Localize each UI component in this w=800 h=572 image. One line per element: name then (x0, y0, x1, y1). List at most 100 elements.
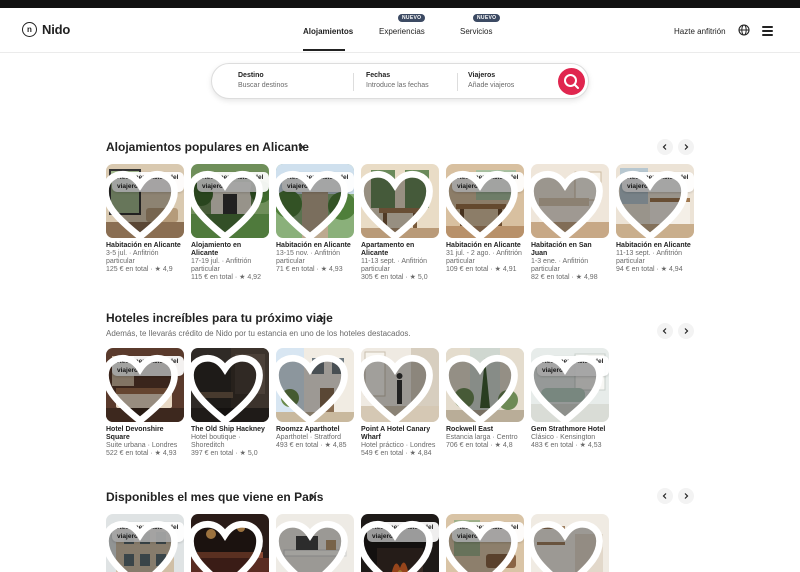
listing-card[interactable]: Habitación en San Juan 1-3 ene. · Anfitri… (531, 164, 609, 282)
listing-card[interactable]: Recomendación del viajero (446, 514, 524, 572)
listing-title: Habitación en Alicante (106, 242, 181, 249)
destination-input[interactable]: Buscar destinos (238, 82, 288, 89)
heart-icon[interactable] (361, 519, 434, 572)
listing-photo[interactable] (531, 164, 609, 238)
listing-photo[interactable] (361, 164, 439, 238)
listing-card[interactable]: Recomendación del viajero Gem Strathmore … (531, 348, 609, 450)
heart-icon[interactable] (191, 353, 264, 422)
listing-card[interactable]: Roomzz Aparthotel Aparthotel · Stratford 4… (276, 348, 354, 450)
listing-card[interactable] (276, 514, 354, 572)
listing-photo[interactable]: Recomendación del viajero (106, 348, 184, 422)
listing-photo[interactable]: Recomendación del viajero (191, 164, 269, 238)
top-strip (0, 0, 800, 8)
carousel-next-button[interactable] (678, 139, 694, 155)
listing-price-rating: 483 € en total · ★ 4,53 (531, 442, 602, 449)
heart-icon[interactable] (446, 519, 519, 572)
guests-field[interactable]: Viajeros Añade viajeros (468, 72, 514, 89)
listing-title: Apartamento en Alicante (361, 242, 415, 257)
listing-card[interactable] (531, 514, 609, 572)
listing-card[interactable] (191, 514, 269, 572)
listing-photo[interactable] (276, 514, 354, 572)
listing-photo[interactable]: Recomendación del viajero (446, 514, 524, 572)
listing-title: Habitación en Alicante (616, 242, 691, 249)
listing-card[interactable]: Recomendación del viajero (361, 514, 439, 572)
listing-photo[interactable] (191, 514, 269, 572)
listing-host: particular (531, 266, 560, 273)
listing-card[interactable]: Apartamento en Alicante 11-13 sept. · Anf… (361, 164, 439, 282)
heart-icon[interactable] (446, 353, 519, 422)
heart-icon[interactable] (276, 353, 349, 422)
chevron-right-icon[interactable] (297, 143, 305, 151)
host-link[interactable]: Hazte anfitrión (674, 27, 726, 36)
logo[interactable]: n Nido (22, 22, 70, 37)
destination-field[interactable]: Destino Buscar destinos (238, 72, 288, 89)
listing-photo[interactable]: Recomendación del viajero (616, 164, 694, 238)
listing-card[interactable]: Recomendación del viajero Alojamiento en … (191, 164, 269, 282)
carousel-next-button[interactable] (678, 323, 694, 339)
listing-photo[interactable]: Recomendación del viajero (446, 164, 524, 238)
listing-price-rating: 125 € en total · ★ 4,9 (106, 266, 173, 273)
listing-photo[interactable]: Recomendación del viajero (106, 514, 184, 572)
heart-icon[interactable] (616, 169, 689, 238)
listing-photo[interactable]: Recomendación del viajero (531, 348, 609, 422)
listing-card[interactable]: Recomendación del viajero Habitación en A… (446, 164, 524, 274)
carousel-prev-button[interactable] (657, 323, 673, 339)
listing-dates: Hotel boutique · (191, 434, 241, 441)
heart-icon[interactable] (531, 519, 604, 572)
listing-card[interactable]: Recomendación del viajero Hotel Devonshir… (106, 348, 184, 458)
listing-card[interactable]: Recomendación del viajero (106, 514, 184, 572)
heart-icon[interactable] (106, 519, 179, 572)
search-button[interactable] (558, 68, 585, 95)
section-title-paris[interactable]: Disponibles el mes que viene en París (106, 490, 323, 504)
listing-photo[interactable]: Recomendación del viajero (276, 164, 354, 238)
dates-field[interactable]: Fechas Introduce las fechas (366, 72, 429, 89)
listing-photo[interactable] (361, 348, 439, 422)
section-title-alicante[interactable]: Alojamientos populares en Alicante (106, 140, 309, 154)
listing-card[interactable]: The Old Ship Hackney Hotel boutique · Shor… (191, 348, 269, 458)
listing-dates: Hotel práctico · Londres (361, 442, 436, 449)
new-badge-experiencias: NUEVO (398, 14, 426, 22)
heart-icon[interactable] (106, 169, 179, 238)
listing-card[interactable]: Recomendación del viajero Habitación en A… (616, 164, 694, 274)
listing-photo[interactable]: Recomendación del viajero (361, 514, 439, 572)
listing-card[interactable]: Rockwell East Estancia larga · Centro 706 … (446, 348, 524, 450)
guests-label: Viajeros (468, 72, 496, 79)
carousel-prev-button[interactable] (657, 139, 673, 155)
listing-photo[interactable] (276, 348, 354, 422)
listing-dates: Estancia larga · Centro (446, 434, 518, 441)
heart-icon[interactable] (106, 353, 179, 422)
menu-icon[interactable] (762, 26, 773, 36)
chevron-right-icon[interactable] (308, 493, 316, 501)
listing-photo[interactable] (531, 514, 609, 572)
listing-card[interactable]: Recomendación del viajero Habitación en A… (106, 164, 184, 274)
heart-icon[interactable] (361, 353, 434, 422)
heart-icon[interactable] (191, 519, 264, 572)
listing-price-rating: 706 € en total · ★ 4,8 (446, 442, 513, 449)
listing-dates: 13-15 nov. · Anfitrión (276, 250, 341, 257)
heart-icon[interactable] (531, 353, 604, 422)
listing-photo[interactable] (191, 348, 269, 422)
listing-price-rating: 109 € en total · ★ 4,91 (446, 266, 517, 273)
tab-alojamientos[interactable]: Alojamientos (303, 27, 353, 36)
carousel-next-button[interactable] (678, 488, 694, 504)
listing-photo[interactable] (446, 348, 524, 422)
heart-icon[interactable] (191, 169, 264, 238)
heart-icon[interactable] (531, 169, 604, 238)
heart-icon[interactable] (361, 169, 434, 238)
guests-input[interactable]: Añade viajeros (468, 82, 514, 89)
listing-price-rating: 522 € en total · ★ 4,93 (106, 450, 177, 457)
tab-experiencias[interactable]: Experiencias (379, 27, 425, 36)
section-title-hoteles[interactable]: Hoteles increíbles para tu próximo viaje (106, 311, 333, 325)
heart-icon[interactable] (276, 519, 349, 572)
listing-card[interactable]: Recomendación del viajero Habitación en A… (276, 164, 354, 274)
chevron-right-icon (684, 328, 689, 334)
listing-photo[interactable]: Recomendación del viajero (106, 164, 184, 238)
tab-servicios[interactable]: Servicios (460, 27, 492, 36)
listing-card[interactable]: Point A Hotel Canary Wharf Hotel práctico… (361, 348, 439, 458)
carousel-prev-button[interactable] (657, 488, 673, 504)
globe-icon[interactable] (738, 24, 750, 36)
heart-icon[interactable] (276, 169, 349, 238)
chevron-right-icon[interactable] (317, 314, 325, 322)
heart-icon[interactable] (446, 169, 519, 238)
dates-input[interactable]: Introduce las fechas (366, 82, 429, 89)
